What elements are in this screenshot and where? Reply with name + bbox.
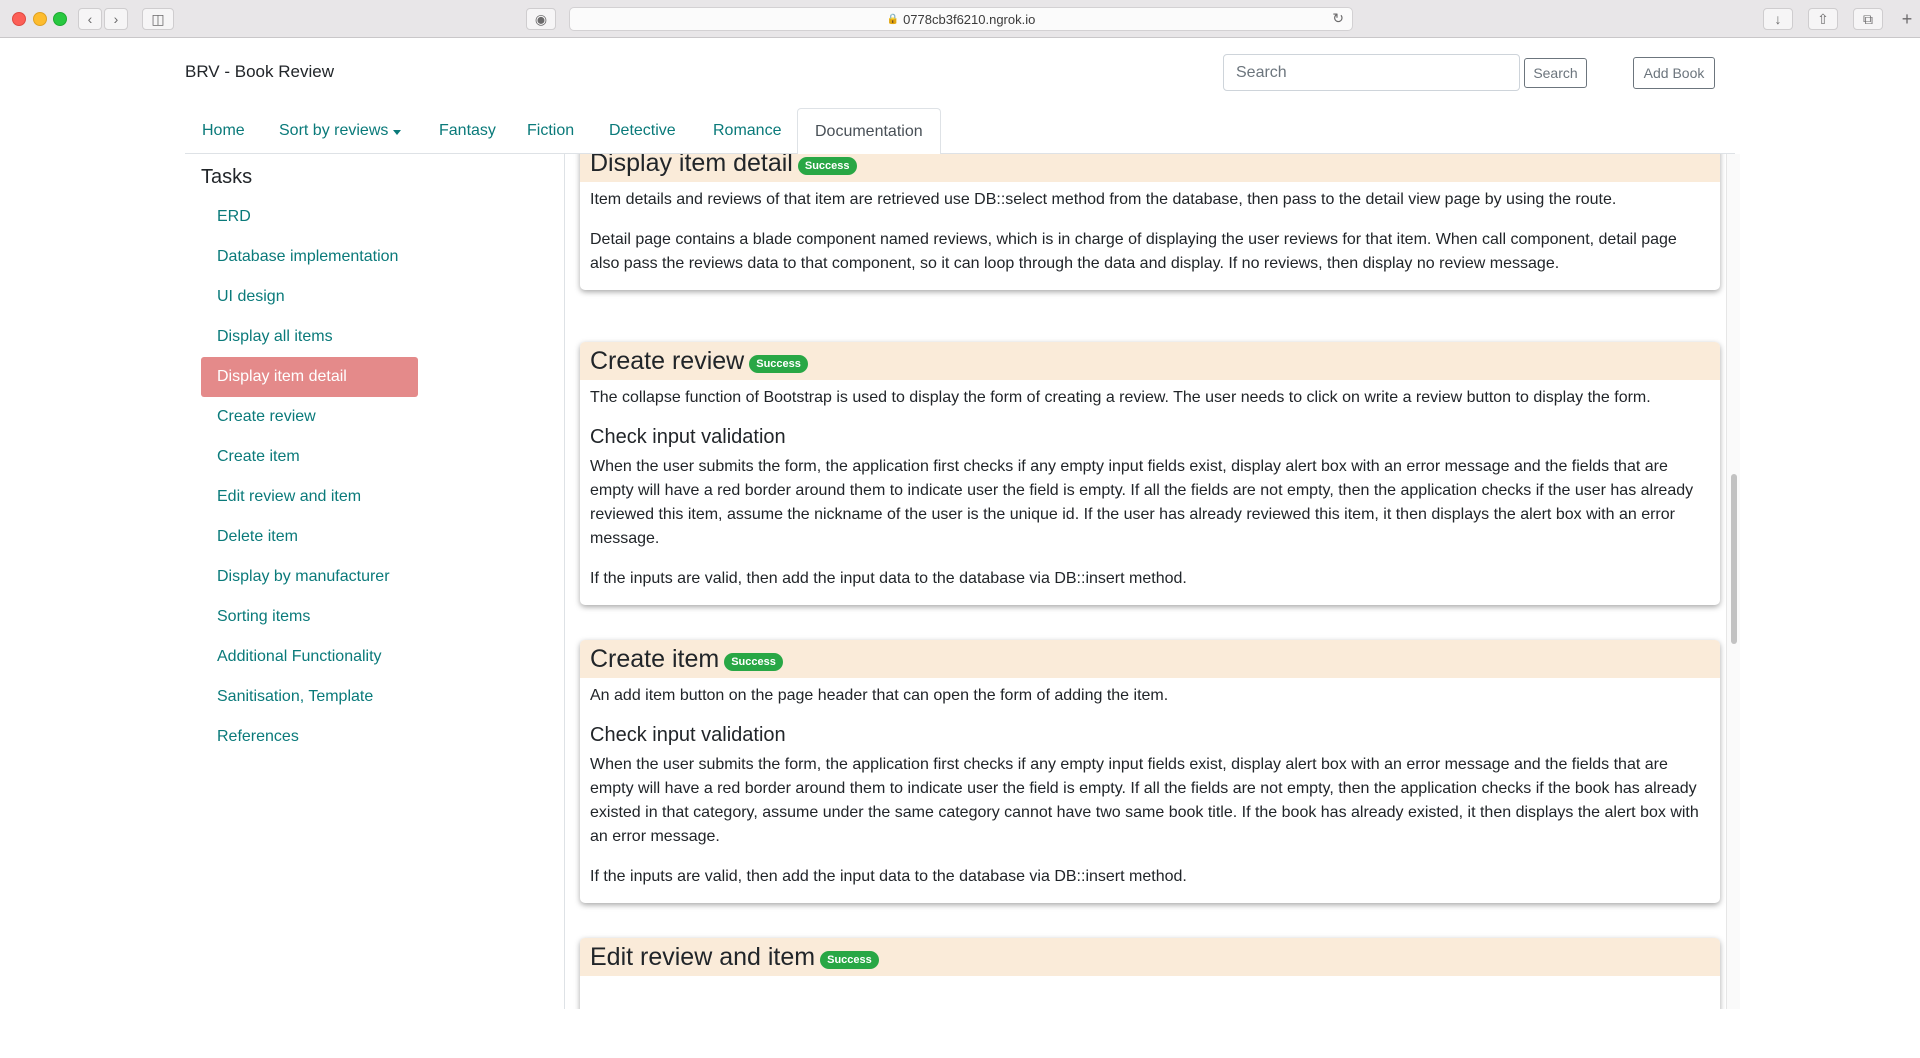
- add-book-button[interactable]: Add Book: [1633, 57, 1715, 89]
- status-badge: Success: [797, 157, 857, 175]
- extension-icon[interactable]: ◉: [526, 8, 556, 30]
- tab-label: Documentation: [815, 122, 923, 140]
- sidebar-item-create-review[interactable]: Create review: [201, 397, 418, 437]
- sidebar-item-database-implementation[interactable]: Database implementation: [201, 237, 418, 277]
- section-header: Create item Success: [580, 640, 1720, 678]
- section-title: Create review: [590, 346, 745, 375]
- section-edit-review-and-item: Edit review and item Success: [580, 938, 1720, 1009]
- tab-label: Home: [202, 122, 245, 139]
- section-header: Edit review and item Success: [580, 938, 1720, 976]
- url-text: 0778cb3f6210.ngrok.io: [903, 11, 1036, 27]
- close-window-button[interactable]: [12, 12, 26, 26]
- page: BRV - Book Review Search Add Book Home S…: [0, 39, 1920, 1058]
- section-paragraph: If the inputs are valid, then add the in…: [590, 868, 1187, 885]
- section-paragraph: When the user submits the form, the appl…: [590, 756, 1699, 845]
- sidebar-item-create-item[interactable]: Create item: [201, 437, 418, 477]
- section-title: Create item: [590, 644, 720, 673]
- tab-label: Fiction: [527, 122, 575, 139]
- section-subheading: Check input validation: [590, 724, 786, 746]
- status-badge: Success: [724, 653, 783, 671]
- sidebar-item-references[interactable]: References: [201, 717, 418, 757]
- sidebar-item-display-all-items[interactable]: Display all items: [201, 317, 418, 357]
- reload-icon[interactable]: ↻: [1332, 10, 1344, 27]
- tab-fiction[interactable]: Fiction: [510, 108, 591, 154]
- sidebar-item-edit-review-and-item[interactable]: Edit review and item: [201, 477, 418, 517]
- section-title: Display item detail: [590, 154, 793, 177]
- tab-sort-by-reviews[interactable]: Sort by reviews: [262, 108, 418, 154]
- tasks-sidebar: Tasks ERD Database implementation UI des…: [185, 154, 565, 1009]
- site-brand[interactable]: BRV - Book Review: [185, 62, 334, 82]
- section-display-item-detail: Display item detail Success Item details…: [580, 154, 1720, 290]
- section-body: Item details and reviews of that item ar…: [580, 182, 1720, 290]
- section-paragraph: Detail page contains a blade component n…: [590, 231, 1677, 272]
- tab-label: Romance: [713, 122, 782, 139]
- sidebar-item-delete-item[interactable]: Delete item: [201, 517, 418, 557]
- forward-icon[interactable]: ›: [104, 8, 128, 30]
- share-icon[interactable]: ⇧: [1808, 8, 1838, 30]
- zoom-window-button[interactable]: [53, 12, 67, 26]
- tab-home[interactable]: Home: [185, 108, 262, 154]
- section-create-item: Create item Success An add item button o…: [580, 640, 1720, 903]
- main-nav: Home Sort by reviews Fantasy Fiction Det…: [185, 108, 1735, 155]
- section-paragraph: The collapse function of Bootstrap is us…: [590, 389, 1651, 406]
- section-body: An add item button on the page header th…: [580, 678, 1720, 903]
- address-bar[interactable]: 🔒 0778cb3f6210.ngrok.io ↻: [569, 7, 1353, 31]
- section-create-review: Create review Success The collapse funct…: [580, 342, 1720, 605]
- downloads-icon[interactable]: ↓: [1763, 8, 1793, 30]
- tabs-overview-icon[interactable]: ⧉: [1853, 8, 1883, 30]
- sidebar-item-sorting-items[interactable]: Sorting items: [201, 597, 418, 637]
- tab-label: Detective: [609, 122, 676, 139]
- browser-toolbar: ‹ › ◫ ◉ 🔒 0778cb3f6210.ngrok.io ↻ ↓ ⇧ ⧉ …: [0, 0, 1920, 38]
- sidebar-item-erd[interactable]: ERD: [201, 197, 418, 237]
- section-header: Create review Success: [580, 342, 1720, 380]
- tab-documentation[interactable]: Documentation: [797, 108, 941, 155]
- section-paragraph: Item details and reviews of that item ar…: [590, 191, 1617, 208]
- status-badge: Success: [749, 355, 808, 373]
- sidebar-item-additional-functionality[interactable]: Additional Functionality: [201, 637, 418, 677]
- sidebar-item-sanitisation-template[interactable]: Sanitisation, Template: [201, 677, 418, 717]
- section-paragraph: An add item button on the page header th…: [590, 687, 1169, 704]
- sidebar-item-display-by-manufacturer[interactable]: Display by manufacturer: [201, 557, 418, 597]
- sidebar-title: Tasks: [201, 166, 253, 188]
- section-title: Edit review and item: [590, 942, 816, 971]
- sidebar-item-ui-design[interactable]: UI design: [201, 277, 418, 317]
- status-badge: Success: [820, 951, 879, 969]
- section-paragraph: If the inputs are valid, then add the in…: [590, 570, 1187, 587]
- back-icon[interactable]: ‹: [78, 8, 102, 30]
- lock-icon: 🔒: [886, 13, 900, 25]
- search-input[interactable]: [1223, 54, 1520, 91]
- tab-detective[interactable]: Detective: [592, 108, 693, 154]
- minimize-window-button[interactable]: [33, 12, 47, 26]
- content-scrollbar[interactable]: [1726, 154, 1740, 1009]
- sidebar-toggle-icon[interactable]: ◫: [142, 8, 174, 30]
- section-paragraph: When the user submits the form, the appl…: [590, 458, 1694, 547]
- sidebar-item-display-item-detail[interactable]: Display item detail: [201, 357, 418, 397]
- section-header: Display item detail Success: [580, 154, 1720, 182]
- tab-label: Fantasy: [439, 122, 496, 139]
- scrollbar-thumb[interactable]: [1731, 474, 1737, 644]
- new-tab-icon[interactable]: +: [1897, 8, 1917, 30]
- search-button[interactable]: Search: [1524, 58, 1587, 88]
- section-body: The collapse function of Bootstrap is us…: [580, 380, 1720, 605]
- tab-romance[interactable]: Romance: [696, 108, 798, 154]
- documentation-content[interactable]: Display item detail Success Item details…: [566, 154, 1749, 1009]
- section-subheading: Check input validation: [590, 426, 786, 448]
- tab-fantasy[interactable]: Fantasy: [422, 108, 513, 154]
- caret-down-icon: [393, 129, 402, 135]
- tab-label: Sort by reviews: [279, 122, 389, 139]
